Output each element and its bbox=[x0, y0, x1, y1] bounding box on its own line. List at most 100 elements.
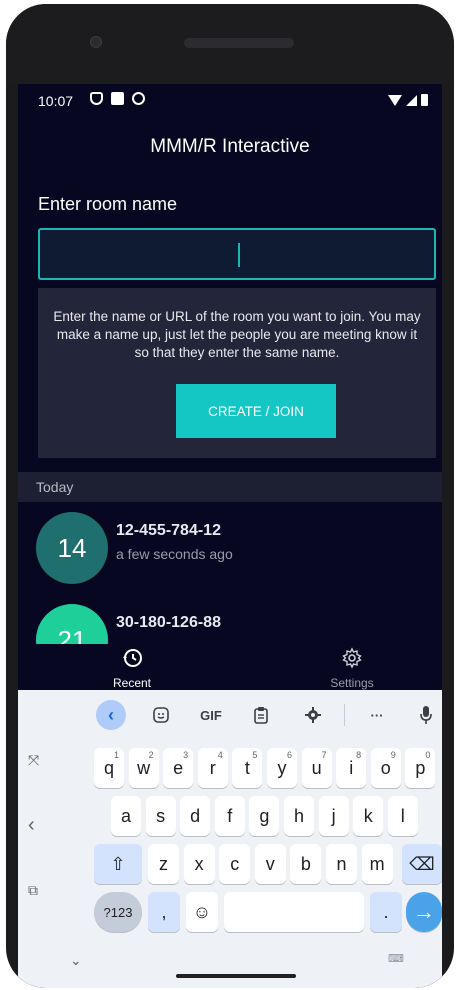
key-k[interactable]: k bbox=[353, 796, 384, 836]
status-bar: 10:07 bbox=[18, 84, 442, 116]
enter-key[interactable]: → bbox=[406, 892, 442, 932]
room-name-label: Enter room name bbox=[38, 194, 178, 214]
join-hint-text: Enter the name or URL of the room you wa… bbox=[53, 309, 421, 360]
key-hint: 3 bbox=[183, 750, 189, 760]
backspace-key[interactable]: ⌫ bbox=[402, 844, 442, 884]
key-i[interactable]: i8 bbox=[336, 748, 367, 788]
chevron-down-icon[interactable]: ⌄ bbox=[70, 952, 82, 969]
key-hint: 5 bbox=[252, 750, 258, 760]
status-time: 10:07 bbox=[38, 93, 74, 109]
key-hint: 8 bbox=[356, 750, 362, 760]
key-label: y bbox=[277, 757, 287, 778]
key-g[interactable]: g bbox=[249, 796, 280, 836]
key-hint: 0 bbox=[425, 750, 431, 760]
key-f[interactable]: f bbox=[214, 796, 245, 836]
resize-keyboard-icon[interactable]: ⤧ bbox=[28, 752, 39, 769]
floating-keyboard-icon[interactable]: ⧉ bbox=[28, 882, 38, 899]
bottom-navigation: Recent Settings bbox=[18, 644, 442, 692]
key-a[interactable]: a bbox=[111, 796, 141, 836]
create-join-button[interactable]: CREATE / JOIN bbox=[176, 384, 336, 438]
key-d[interactable]: d bbox=[180, 796, 211, 836]
key-label: t bbox=[244, 757, 250, 778]
comma-key[interactable]: , bbox=[148, 892, 180, 932]
phone-device: 10:07 MMM/R Interactive Enter room name … bbox=[6, 4, 454, 988]
key-hint: 4 bbox=[217, 750, 223, 760]
key-c[interactable]: c bbox=[219, 844, 251, 884]
key-label: o bbox=[380, 757, 391, 778]
key-q[interactable]: q1 bbox=[94, 748, 124, 788]
key-u[interactable]: u7 bbox=[301, 748, 332, 788]
signal-icon bbox=[406, 94, 417, 106]
join-card: Enter the name or URL of the room you wa… bbox=[38, 288, 436, 458]
front-camera bbox=[90, 36, 102, 48]
avatar: 14 bbox=[36, 512, 108, 584]
key-label: u bbox=[311, 757, 322, 778]
more-options-icon[interactable]: ··· bbox=[364, 702, 390, 728]
emoji-key[interactable]: ☺ bbox=[186, 892, 218, 932]
shift-key[interactable]: ⇧ bbox=[94, 844, 142, 884]
key-y[interactable]: y6 bbox=[267, 748, 297, 788]
key-h[interactable]: h bbox=[284, 796, 314, 836]
keyboard-toolbar: ‹ GIF ··· bbox=[18, 698, 442, 734]
gesture-bar bbox=[176, 974, 296, 978]
earpiece-speaker bbox=[184, 38, 294, 48]
key-e[interactable]: e3 bbox=[163, 748, 194, 788]
key-n[interactable]: n bbox=[326, 844, 357, 884]
key-w[interactable]: w2 bbox=[128, 748, 159, 788]
app-title: MMM/R Interactive bbox=[150, 136, 310, 157]
key-hint: 7 bbox=[321, 750, 327, 760]
key-label: p bbox=[415, 757, 426, 778]
sim-card-icon bbox=[111, 92, 124, 105]
key-l[interactable]: l bbox=[387, 796, 418, 836]
recent-room-item[interactable]: 14 12-455-784-12 a few seconds ago bbox=[36, 512, 436, 586]
key-b[interactable]: b bbox=[290, 844, 322, 884]
gif-button[interactable]: GIF bbox=[194, 702, 228, 728]
toolbar-divider bbox=[344, 704, 345, 726]
shield-icon bbox=[90, 92, 103, 105]
key-t[interactable]: t5 bbox=[232, 748, 263, 788]
microphone-icon[interactable] bbox=[416, 702, 436, 728]
key-hint: 9 bbox=[390, 750, 396, 760]
sticker-icon[interactable] bbox=[148, 702, 174, 728]
clipboard-icon[interactable] bbox=[248, 702, 274, 728]
soft-keyboard: ‹ GIF ··· ⤧ ‹ ⧉ q1w2e3r4t5 y 6 u 7 i 8 o… bbox=[18, 690, 442, 988]
key-r[interactable]: r4 bbox=[197, 748, 228, 788]
key-label: r bbox=[209, 757, 216, 778]
chevron-left-icon[interactable]: ‹ bbox=[96, 700, 126, 730]
key-hint: 2 bbox=[148, 750, 154, 760]
key-label: w bbox=[137, 757, 151, 778]
room-timestamp: a few seconds ago bbox=[116, 546, 233, 562]
history-icon bbox=[123, 649, 142, 667]
key-v[interactable]: v bbox=[254, 844, 286, 884]
settings-gear-icon[interactable] bbox=[300, 702, 326, 728]
room-name: 30-180-126-88 bbox=[116, 614, 221, 631]
nav-recent[interactable]: Recent bbox=[82, 644, 182, 692]
key-hint: 6 bbox=[286, 750, 292, 760]
keyboard-switch-icon[interactable]: ⌨ bbox=[388, 952, 404, 965]
key-m[interactable]: m bbox=[361, 844, 393, 884]
section-header-today: Today bbox=[18, 472, 442, 502]
text-cursor bbox=[238, 243, 240, 267]
key-p[interactable]: p0 bbox=[405, 748, 436, 788]
key-label: e bbox=[173, 757, 184, 778]
screen: 10:07 MMM/R Interactive Enter room name … bbox=[18, 84, 442, 988]
nav-settings-label: Settings bbox=[330, 676, 374, 690]
key-o[interactable]: o9 bbox=[370, 748, 401, 788]
key-z[interactable]: z bbox=[148, 844, 179, 884]
key-s[interactable]: s bbox=[145, 796, 176, 836]
period-key[interactable]: . bbox=[370, 892, 402, 932]
nav-recent-label: Recent bbox=[112, 676, 152, 690]
key-x[interactable]: x bbox=[183, 844, 215, 884]
nav-settings[interactable]: Settings bbox=[302, 644, 402, 692]
chevron-left-icon[interactable]: ‹ bbox=[28, 814, 35, 837]
key-hint: 1 bbox=[113, 750, 119, 760]
room-name-input[interactable] bbox=[38, 228, 436, 280]
numbers-key[interactable]: ?123 bbox=[94, 892, 142, 932]
key-label: q bbox=[103, 757, 114, 778]
key-label: i bbox=[349, 757, 354, 778]
sync-icon bbox=[132, 92, 145, 105]
key-j[interactable]: j bbox=[318, 796, 349, 836]
space-key[interactable] bbox=[224, 892, 364, 932]
room-name: 12-455-784-12 bbox=[116, 522, 221, 539]
phone-bezel bbox=[6, 4, 454, 86]
